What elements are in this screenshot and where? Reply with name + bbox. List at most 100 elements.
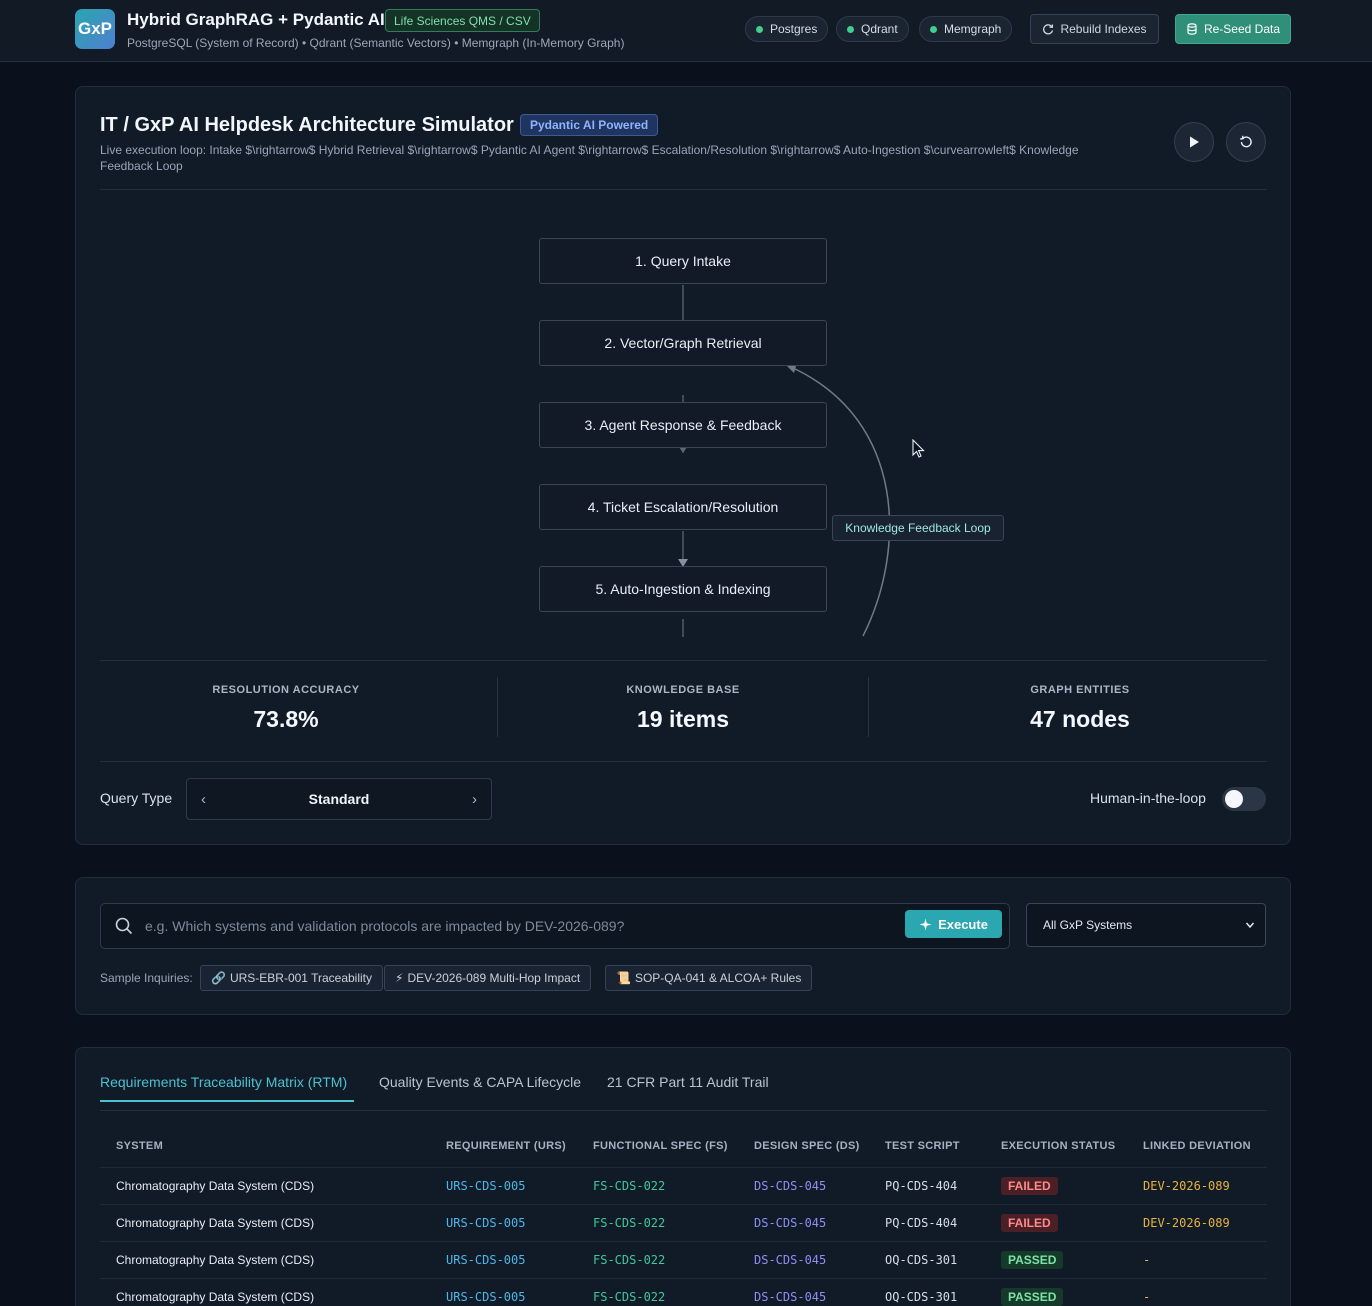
cell-system: Chromatography Data System (CDS) — [116, 1290, 315, 1304]
divider — [100, 189, 1267, 190]
pydantic-badge: Pydantic AI Powered — [520, 114, 659, 136]
simulator-description: Live execution loop: Intake $\rightarrow… — [100, 143, 1079, 173]
column-header-urs: REQUIREMENT (URS) — [446, 1140, 566, 1152]
table-row[interactable]: Chromatography Data System (CDS) URS-CDS… — [100, 1278, 1267, 1306]
status-badge: FAILED — [1001, 1214, 1058, 1232]
cell-test-script: PQ-CDS-404 — [885, 1179, 958, 1193]
cell-test-script: PQ-CDS-404 — [885, 1216, 958, 1230]
top-header: GxP Hybrid GraphRAG + Pydantic AI Life S… — [0, 0, 1372, 62]
cell-fs-link[interactable]: FS-CDS-022 — [593, 1253, 665, 1267]
chevron-right-icon[interactable]: › — [472, 791, 477, 808]
database-icon — [1187, 23, 1197, 35]
cell-urs-link[interactable]: URS-CDS-005 — [446, 1216, 525, 1230]
active-tab-indicator — [100, 1100, 354, 1102]
lightning-icon: ⚡ — [395, 971, 404, 985]
cell-test-script: OQ-CDS-301 — [885, 1290, 958, 1304]
scroll-icon: 📜 — [616, 971, 631, 985]
metric-separator — [497, 677, 498, 737]
search-input[interactable] — [145, 904, 885, 948]
cell-deviation: - — [1143, 1290, 1151, 1304]
tab-quality-events[interactable]: Quality Events & CAPA Lifecycle — [379, 1074, 581, 1090]
table-row[interactable]: Chromatography Data System (CDS) URS-CDS… — [100, 1167, 1267, 1204]
app-logo: GxP — [75, 9, 115, 49]
tab-divider — [100, 1110, 1267, 1111]
simulator-panel: IT / GxP AI Helpdesk Architecture Simula… — [75, 86, 1291, 845]
cell-ds-link[interactable]: DS-CDS-045 — [754, 1179, 826, 1193]
flow-node-query-intake[interactable]: 1. Query Intake — [539, 238, 827, 284]
status-postgres: Postgres — [745, 16, 829, 42]
hitl-toggle[interactable] — [1222, 787, 1266, 811]
tab-audit-trail[interactable]: 21 CFR Part 11 Audit Trail — [607, 1074, 769, 1090]
tab-rtm[interactable]: Requirements Traceability Matrix (RTM) — [100, 1074, 347, 1090]
metric-knowledge-base: KNOWLEDGE BASE 19 items — [583, 684, 783, 733]
metric-value: 73.8% — [253, 706, 319, 732]
domain-badge: Life Sciences QMS / CSV — [385, 9, 540, 32]
status-badge: PASSED — [1001, 1288, 1064, 1306]
column-header-status: EXECUTION STATUS — [1001, 1140, 1116, 1152]
cell-fs-link[interactable]: FS-CDS-022 — [593, 1290, 665, 1304]
cell-deviation-link[interactable]: DEV-2026-089 — [1143, 1179, 1230, 1193]
flow-node-auto-ingestion[interactable]: 5. Auto-Ingestion & Indexing — [539, 566, 827, 612]
sample-chip-sop[interactable]: 📜 SOP-QA-041 & ALCOA+ Rules — [605, 965, 813, 991]
query-type-label: Query Type — [100, 790, 173, 806]
reseed-data-button[interactable]: Re-Seed Data — [1175, 14, 1291, 44]
status-label: Memgraph — [944, 22, 1002, 36]
cell-ds-link[interactable]: DS-CDS-045 — [754, 1290, 826, 1304]
reseed-label: Re-Seed Data — [1203, 22, 1281, 36]
execute-label: Execute — [938, 916, 988, 932]
app-title: Hybrid GraphRAG + Pydantic AI — [127, 10, 385, 29]
mouse-cursor-icon — [912, 439, 925, 458]
column-header-fs: FUNCTIONAL SPEC (FS) — [593, 1140, 728, 1152]
metric-value: 47 nodes — [1030, 706, 1130, 732]
metric-label: RESOLUTION ACCURACY — [212, 684, 360, 696]
query-panel: Execute All GxP Systems Sample Inquiries… — [75, 877, 1291, 1015]
cell-ds-link[interactable]: DS-CDS-045 — [754, 1216, 826, 1230]
sample-chip-traceability[interactable]: 🔗 URS-EBR-001 Traceability — [200, 965, 384, 991]
chevron-left-icon[interactable]: ‹ — [201, 791, 206, 808]
status-badge: PASSED — [1001, 1251, 1064, 1269]
sparkle-icon — [919, 918, 932, 930]
cell-urs-link[interactable]: URS-CDS-005 — [446, 1253, 525, 1267]
metric-separator — [868, 677, 869, 737]
cell-deviation: - — [1143, 1253, 1151, 1267]
flow-node-escalation[interactable]: 4. Ticket Escalation/Resolution — [539, 484, 827, 530]
metric-resolution-accuracy: RESOLUTION ACCURACY 73.8% — [186, 684, 386, 733]
cell-urs-link[interactable]: URS-CDS-005 — [446, 1290, 525, 1304]
column-header-ds: DESIGN SPEC (DS) — [754, 1140, 860, 1152]
cell-urs-link[interactable]: URS-CDS-005 — [446, 1179, 525, 1193]
cell-deviation-link[interactable]: DEV-2026-089 — [1143, 1216, 1230, 1230]
execute-button[interactable]: Execute — [905, 910, 1002, 938]
cell-ds-link[interactable]: DS-CDS-045 — [754, 1253, 826, 1267]
flow-node-agent-response[interactable]: 3. Agent Response & Feedback — [539, 402, 827, 448]
sample-chip-impact[interactable]: ⚡ DEV-2026-089 Multi-Hop Impact — [384, 965, 592, 991]
cell-test-script: OQ-CDS-301 — [885, 1253, 958, 1267]
query-type-selector[interactable]: ‹ Standard › — [186, 778, 492, 820]
cell-system: Chromatography Data System (CDS) — [116, 1179, 315, 1193]
play-icon — [1190, 136, 1199, 148]
refresh-icon — [1043, 24, 1054, 35]
sample-chip-label: DEV-2026-089 Multi-Hop Impact — [407, 971, 581, 985]
query-type-value: Standard — [308, 791, 370, 807]
cell-fs-link[interactable]: FS-CDS-022 — [593, 1216, 665, 1230]
column-header-deviation: LINKED DEVIATION — [1143, 1140, 1251, 1152]
reset-button[interactable] — [1226, 122, 1266, 162]
status-dot-icon — [930, 25, 937, 33]
metric-value: 19 items — [636, 706, 730, 732]
divider — [100, 761, 1267, 762]
chevron-down-icon — [1245, 922, 1255, 929]
flow-node-retrieval[interactable]: 2. Vector/Graph Retrieval — [539, 320, 827, 366]
rtm-panel: Requirements Traceability Matrix (RTM) Q… — [75, 1047, 1291, 1306]
cell-fs-link[interactable]: FS-CDS-022 — [593, 1179, 665, 1193]
cell-system: Chromatography Data System (CDS) — [116, 1253, 315, 1267]
rebuild-indexes-button[interactable]: Rebuild Indexes — [1030, 14, 1159, 44]
table-row[interactable]: Chromatography Data System (CDS) URS-CDS… — [100, 1204, 1267, 1241]
hitl-label: Human-in-the-loop — [1090, 790, 1206, 806]
status-label: Postgres — [770, 22, 818, 36]
table-row[interactable]: Chromatography Data System (CDS) URS-CDS… — [100, 1241, 1267, 1278]
system-filter-select[interactable]: All GxP Systems — [1026, 903, 1266, 947]
simulator-title: IT / GxP AI Helpdesk Architecture Simula… — [100, 114, 514, 136]
sample-chip-label: URS-EBR-001 Traceability — [229, 971, 373, 985]
link-icon: 🔗 — [211, 971, 226, 985]
toggle-knob — [1225, 790, 1243, 808]
play-button[interactable] — [1174, 122, 1214, 162]
